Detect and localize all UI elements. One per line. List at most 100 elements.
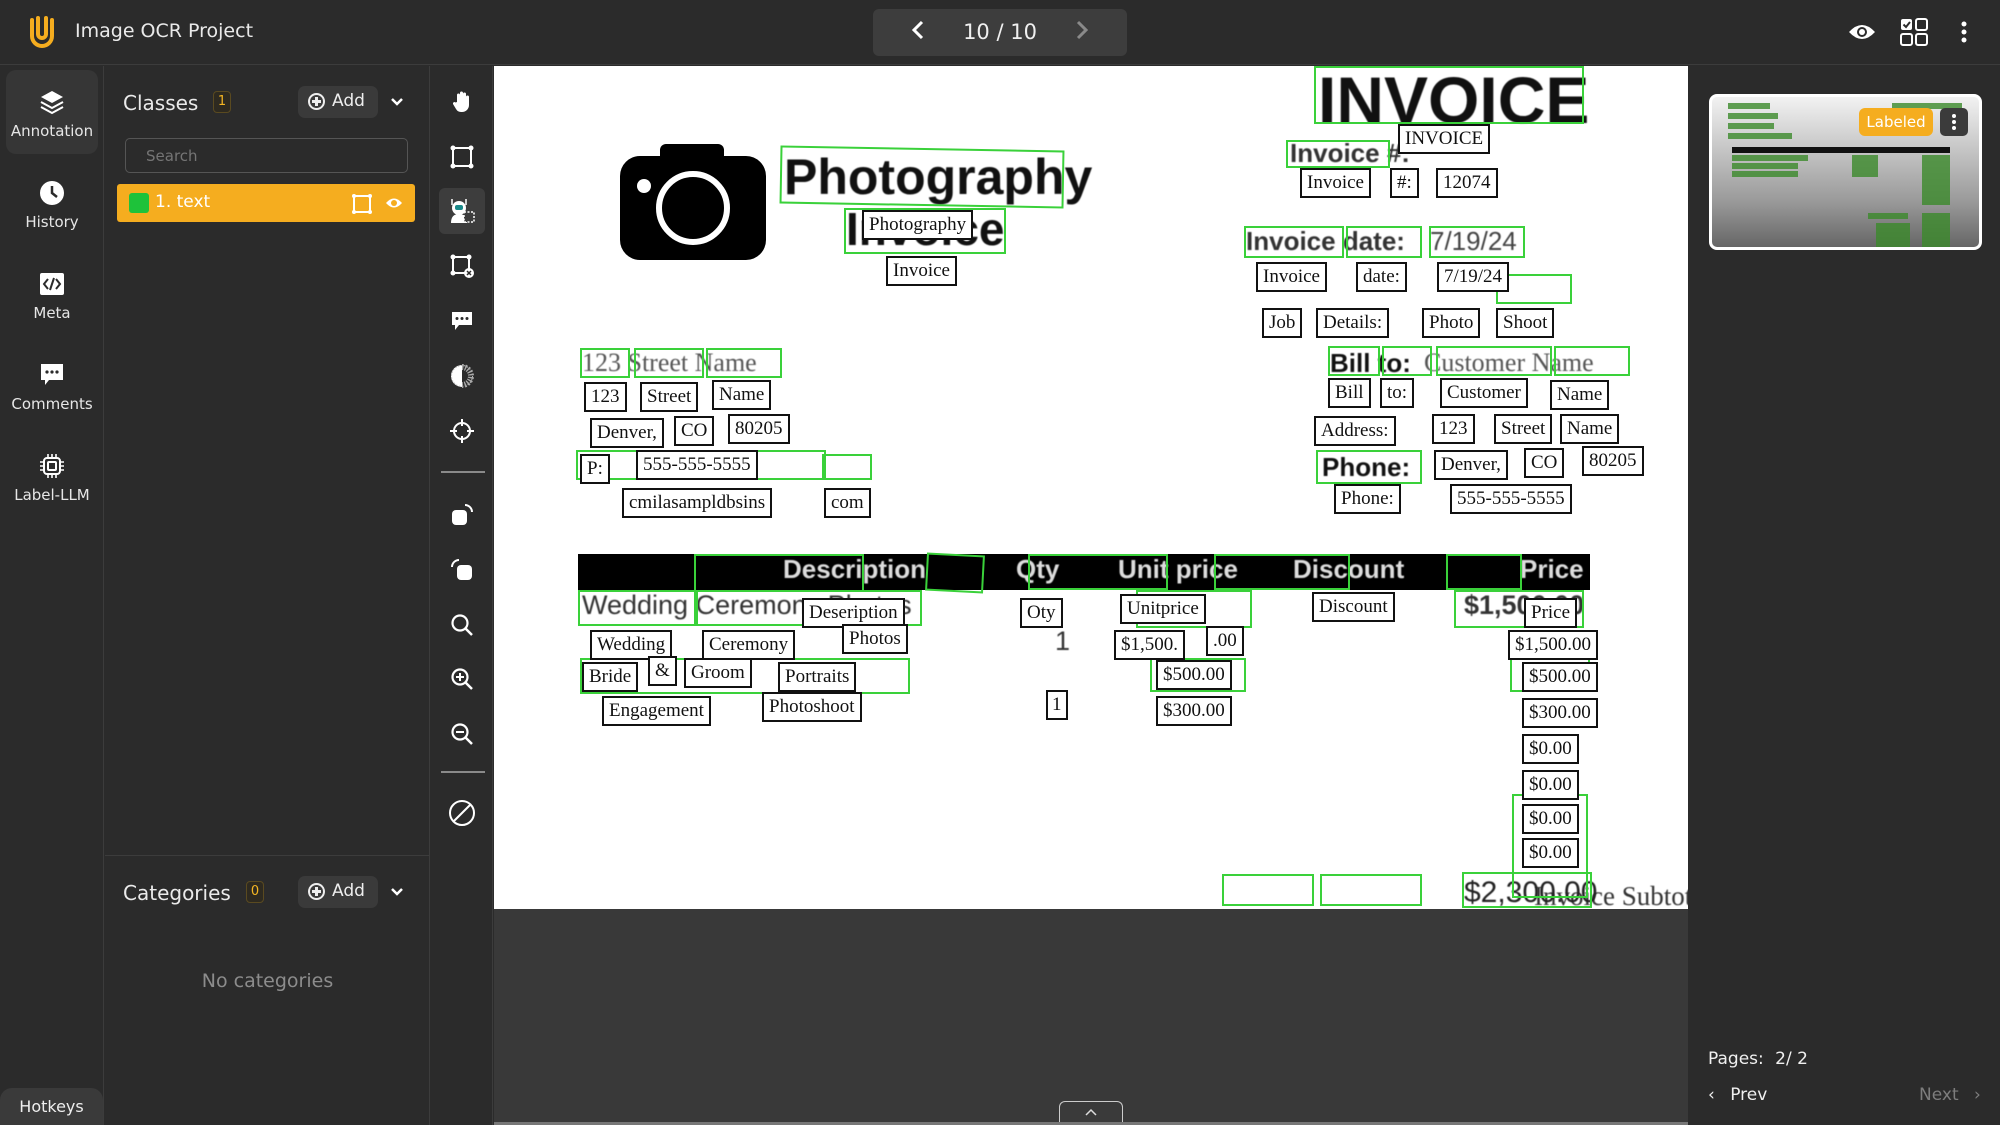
plus-circle-icon — [308, 883, 325, 900]
add-class-button[interactable]: Add — [298, 86, 378, 118]
nav-annotation[interactable]: Annotation — [6, 70, 98, 154]
ocr-label: .00 — [1206, 626, 1244, 656]
ocr-label: Name — [1550, 380, 1610, 410]
hotkeys-button[interactable]: Hotkeys — [0, 1088, 103, 1125]
classes-collapse-toggle[interactable] — [388, 93, 408, 113]
next-page-button[interactable]: Next › — [1919, 1085, 1981, 1105]
add-category-button[interactable]: Add — [298, 876, 378, 908]
bbox-remove-icon — [450, 254, 474, 278]
remove-bbox-tool[interactable] — [439, 243, 485, 289]
detection-box[interactable] — [1214, 554, 1350, 590]
detection-box[interactable] — [822, 454, 872, 480]
detection-box[interactable] — [925, 552, 985, 594]
zoom-in-tool[interactable] — [439, 656, 485, 702]
detection-box[interactable] — [1462, 872, 1592, 908]
annotation-toolbar — [431, 66, 493, 1125]
detection-box[interactable] — [1286, 140, 1390, 168]
nav-meta[interactable]: Meta — [6, 252, 98, 336]
next-page-label: Next — [1919, 1085, 1959, 1105]
ocr-label: 123 — [1432, 414, 1475, 444]
ocr-label: $300.00 — [1522, 698, 1598, 728]
thumb-box — [1732, 171, 1798, 177]
nav-history[interactable]: History — [6, 161, 98, 245]
detection-box[interactable] — [1244, 226, 1344, 258]
class-item-text[interactable]: 1. text — [117, 184, 415, 222]
thumb-box — [1922, 155, 1950, 205]
detection-box[interactable] — [1382, 346, 1432, 376]
more-options-button[interactable] — [1948, 16, 1980, 48]
toolbar-separator — [441, 471, 485, 473]
detection-box[interactable] — [1346, 226, 1422, 258]
prev-page-button[interactable]: ‹ Prev — [1708, 1085, 1767, 1105]
document-image[interactable]: Photography Invoice INVOICE Invoice #: I… — [494, 66, 1688, 909]
nav-comments[interactable]: Comments — [6, 343, 98, 427]
class-search-input[interactable] — [125, 138, 408, 173]
next-image-button[interactable] — [1067, 18, 1097, 48]
detection-box[interactable] — [578, 590, 696, 626]
detection-box[interactable] — [779, 145, 1065, 209]
grid-view-button[interactable] — [1898, 16, 1930, 48]
ocr-label: $300.00 — [1156, 696, 1232, 726]
detection-box[interactable] — [1436, 346, 1552, 376]
pages-value: 2/ 2 — [1775, 1049, 1808, 1069]
chevron-down-icon — [391, 888, 403, 896]
nav-label-llm-label: Label-LLM — [14, 486, 90, 504]
nav-label-llm[interactable]: Label-LLM — [6, 434, 98, 518]
contrast-tool[interactable] — [439, 353, 485, 399]
detection-box[interactable] — [694, 554, 864, 592]
ocr-label: Shoot — [1496, 308, 1555, 338]
comment-tool[interactable] — [439, 298, 485, 344]
thumb-box — [1876, 223, 1910, 247]
ocr-label: Ceremony — [702, 630, 796, 660]
detection-box[interactable] — [1328, 346, 1380, 376]
detection-box[interactable] — [706, 348, 782, 378]
doc-th-price: Price — [1520, 554, 1584, 584]
thumb-box — [1732, 155, 1808, 161]
dot — [1952, 120, 1956, 124]
thumbnail-menu-button[interactable] — [1940, 108, 1968, 136]
labeled-status-badge: Labeled — [1859, 108, 1933, 136]
ocr-label: $500.00 — [1156, 660, 1232, 690]
visibility-toggle-button[interactable] — [1846, 16, 1878, 48]
ocr-label: $0.00 — [1522, 734, 1579, 764]
pan-tool[interactable] — [439, 79, 485, 125]
detection-box[interactable] — [1554, 346, 1630, 376]
dot — [1952, 114, 1956, 118]
rotate-right-tool[interactable] — [439, 492, 485, 538]
ocr-label: Invoice — [1300, 168, 1371, 198]
ocr-label: Address: — [1314, 416, 1396, 446]
layers-icon — [38, 88, 66, 116]
detection-box[interactable] — [634, 348, 704, 378]
detection-box[interactable] — [1222, 874, 1314, 906]
categories-count-badge: 0 — [246, 881, 264, 903]
zoom-fit-tool[interactable] — [439, 602, 485, 648]
doc-row-1-qty: 1 — [1055, 626, 1071, 656]
disable-tool[interactable] — [439, 790, 485, 836]
ocr-label: 123 — [584, 382, 627, 412]
zoom-out-tool[interactable] — [439, 711, 485, 757]
categories-collapse-toggle[interactable] — [388, 883, 408, 903]
thumb-box — [1728, 133, 1792, 139]
zoom-fit-icon — [451, 614, 473, 636]
thumb-box — [1852, 155, 1878, 177]
ocr-label: 555-555-5555 — [1450, 484, 1572, 514]
class-visibility-eye-icon[interactable] — [385, 195, 403, 214]
ocr-label: Photo — [1422, 308, 1481, 338]
detection-box[interactable] — [1446, 554, 1522, 590]
detection-box[interactable] — [1320, 874, 1422, 906]
ocr-label: $0.00 — [1522, 838, 1579, 868]
rotate-left-tool[interactable] — [439, 547, 485, 593]
detection-box[interactable] — [1429, 226, 1525, 258]
detection-box[interactable] — [1028, 554, 1168, 590]
detection-box[interactable] — [580, 348, 630, 378]
detection-box[interactable] — [1316, 450, 1422, 484]
classes-title: Classes — [123, 91, 199, 115]
chevron-down-icon — [391, 98, 403, 106]
detection-box[interactable] — [1314, 66, 1584, 124]
bbox-tool[interactable] — [439, 134, 485, 180]
thumb-box — [1922, 213, 1950, 247]
crosshair-tool[interactable] — [439, 408, 485, 454]
auto-annotate-tool[interactable] — [439, 188, 485, 234]
ocr-label: 12074 — [1436, 168, 1498, 198]
auto-annotate-icon — [451, 199, 475, 223]
